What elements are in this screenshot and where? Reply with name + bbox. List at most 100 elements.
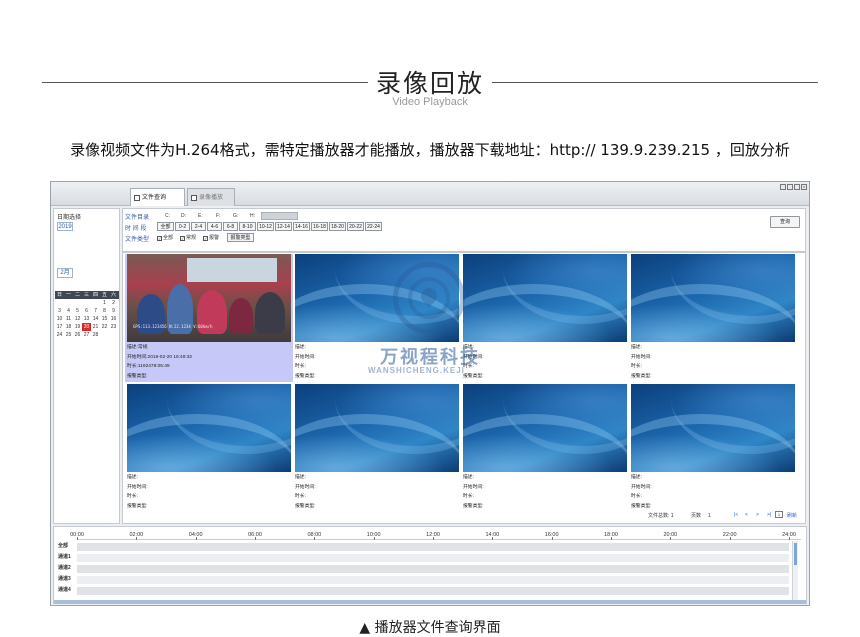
calendar-day[interactable]: 13 bbox=[82, 315, 91, 323]
directory-path-field[interactable] bbox=[261, 212, 298, 220]
calendar-day[interactable]: 16 bbox=[109, 315, 118, 323]
calendar-day[interactable]: 24 bbox=[55, 331, 64, 339]
next-page-button[interactable]: > bbox=[756, 512, 759, 518]
tab-playback[interactable]: 录像播放 bbox=[187, 188, 235, 206]
drive-option[interactable]: D: bbox=[181, 213, 186, 219]
last-page-button[interactable]: >| bbox=[767, 512, 771, 518]
timeline-channel-row[interactable]: 通道4 bbox=[54, 586, 789, 595]
calendar-day[interactable]: 17 bbox=[55, 323, 64, 331]
weekday-header: 四 bbox=[92, 292, 98, 298]
time-range-button[interactable]: 全部 bbox=[157, 222, 174, 231]
year-field[interactable]: 2019 bbox=[57, 222, 73, 231]
calendar-day[interactable]: 21 bbox=[91, 323, 100, 331]
calendar-day[interactable]: 10 bbox=[55, 315, 64, 323]
file-type-checkbox[interactable]: ✓ 报警 bbox=[203, 234, 219, 241]
channel-track[interactable] bbox=[77, 576, 789, 584]
calendar-day[interactable]: 19 bbox=[73, 323, 82, 331]
time-range-button[interactable]: 22-24 bbox=[365, 222, 382, 231]
checkbox-icon[interactable]: ✓ bbox=[203, 236, 208, 241]
time-range-button[interactable]: 0-2 bbox=[175, 222, 190, 231]
file-card[interactable]: 描述: 开始时间: 时长: 报警类型: bbox=[629, 384, 797, 512]
timeline-channel-row[interactable]: 通道3 bbox=[54, 575, 789, 584]
drive-option[interactable]: E: bbox=[198, 213, 203, 219]
settings-icon[interactable] bbox=[780, 184, 786, 190]
calendar-day[interactable]: 28 bbox=[91, 331, 100, 339]
time-range-button[interactable]: 12-14 bbox=[275, 222, 292, 231]
calendar-day[interactable]: 25 bbox=[64, 331, 73, 339]
video-thumbnail[interactable] bbox=[631, 384, 795, 472]
time-range-button[interactable]: 4-6 bbox=[207, 222, 222, 231]
drive-option[interactable]: F: bbox=[216, 213, 220, 219]
file-card[interactable]: 描述: 开始时间: 时长: 报警类型: bbox=[629, 254, 797, 382]
calendar-day[interactable]: 18 bbox=[64, 323, 73, 331]
video-thumbnail[interactable] bbox=[463, 254, 627, 342]
month-button[interactable]: 2月 bbox=[57, 268, 73, 278]
timeline-tick-mark bbox=[373, 537, 375, 540]
calendar-day[interactable]: 8 bbox=[100, 307, 109, 315]
calendar-day[interactable]: 3 bbox=[55, 307, 64, 315]
file-card[interactable]: 描述: 开始时间: 时长: 报警类型: bbox=[125, 384, 293, 512]
calendar-day[interactable]: 14 bbox=[91, 315, 100, 323]
channel-track[interactable] bbox=[77, 587, 789, 595]
timeline-channel-row[interactable]: 通道1 bbox=[54, 553, 789, 562]
calendar-day[interactable]: 5 bbox=[73, 307, 82, 315]
calendar-day[interactable]: 27 bbox=[82, 331, 91, 339]
time-range-button[interactable]: 18-20 bbox=[329, 222, 346, 231]
drive-option[interactable]: H: bbox=[250, 213, 255, 219]
maximize-icon[interactable] bbox=[794, 184, 800, 190]
file-card[interactable]: GPS:113.123456 N:22.1234 V:60km/h 描述:常规 开始… bbox=[125, 254, 293, 382]
timeline-channel-row[interactable]: 全部 bbox=[54, 542, 789, 551]
file-card[interactable]: 描述: 开始时间: 时长: 报警类型: bbox=[293, 384, 461, 512]
time-range-button[interactable]: 8-10 bbox=[239, 222, 256, 231]
file-card[interactable]: 描述: 开始时间: 时长: 报警类型: bbox=[461, 384, 629, 512]
channel-track[interactable] bbox=[77, 543, 789, 551]
video-thumbnail[interactable] bbox=[127, 384, 291, 472]
close-icon[interactable]: × bbox=[801, 184, 807, 190]
file-type-checkbox[interactable]: ✓ 常规 bbox=[180, 234, 196, 241]
tab-file-query[interactable]: 文件查询 bbox=[130, 188, 185, 206]
calendar-day[interactable]: 20 bbox=[82, 323, 91, 331]
video-thumbnail[interactable]: GPS:113.123456 N:22.1234 V:60km/h bbox=[127, 254, 291, 342]
timeline-hscrollbar[interactable] bbox=[54, 600, 806, 604]
first-page-button[interactable]: |< bbox=[734, 512, 738, 518]
minimize-icon[interactable] bbox=[787, 184, 793, 190]
time-range-button[interactable]: 20-22 bbox=[347, 222, 364, 231]
calendar-day[interactable]: 15 bbox=[100, 315, 109, 323]
video-thumbnail[interactable] bbox=[295, 384, 459, 472]
channel-track[interactable] bbox=[77, 554, 789, 562]
channel-track[interactable] bbox=[77, 565, 789, 573]
calendar-day[interactable]: 12 bbox=[73, 315, 82, 323]
calendar-day[interactable]: 26 bbox=[73, 331, 82, 339]
calendar-day[interactable]: 7 bbox=[91, 307, 100, 315]
file-meta-desc: 描述: bbox=[463, 475, 474, 480]
time-range-button[interactable]: 16-18 bbox=[311, 222, 328, 231]
timeline-channel-row[interactable]: 通道2 bbox=[54, 564, 789, 573]
time-range-button[interactable]: 6-8 bbox=[223, 222, 238, 231]
file-meta-start: 开始时间: bbox=[295, 354, 316, 360]
calendar-day[interactable]: 22 bbox=[100, 323, 109, 331]
prev-page-button[interactable]: < bbox=[745, 512, 748, 518]
calendar-day[interactable]: 1 bbox=[100, 299, 109, 307]
drive-option[interactable]: G: bbox=[233, 213, 238, 219]
alarm-type-button[interactable]: 报警类型 bbox=[227, 233, 254, 242]
calendar-day[interactable]: 2 bbox=[109, 299, 118, 307]
calendar-day[interactable]: 23 bbox=[109, 323, 118, 331]
video-thumbnail[interactable] bbox=[631, 254, 795, 342]
vscroll-thumb[interactable] bbox=[794, 543, 797, 565]
calendar-day[interactable]: 11 bbox=[64, 315, 73, 323]
time-range-button[interactable]: 2-4 bbox=[191, 222, 206, 231]
time-range-button[interactable]: 14-16 bbox=[293, 222, 310, 231]
page-input[interactable]: 1 bbox=[775, 511, 783, 518]
file-type-checkbox[interactable]: ✓ 全部 bbox=[157, 234, 173, 241]
video-thumbnail[interactable] bbox=[463, 384, 627, 472]
calendar-day[interactable]: 4 bbox=[64, 307, 73, 315]
calendar-day[interactable]: 6 bbox=[82, 307, 91, 315]
checkbox-icon[interactable]: ✓ bbox=[180, 236, 185, 241]
refresh-button[interactable]: 刷新 bbox=[787, 512, 797, 519]
time-range-button[interactable]: 10-12 bbox=[257, 222, 274, 231]
checkbox-icon[interactable]: ✓ bbox=[157, 236, 162, 241]
query-button[interactable]: 查询 bbox=[770, 216, 800, 228]
calendar-day[interactable]: 9 bbox=[109, 307, 118, 315]
timeline-vscrollbar[interactable] bbox=[792, 541, 798, 600]
drive-option[interactable]: C: bbox=[165, 213, 170, 219]
